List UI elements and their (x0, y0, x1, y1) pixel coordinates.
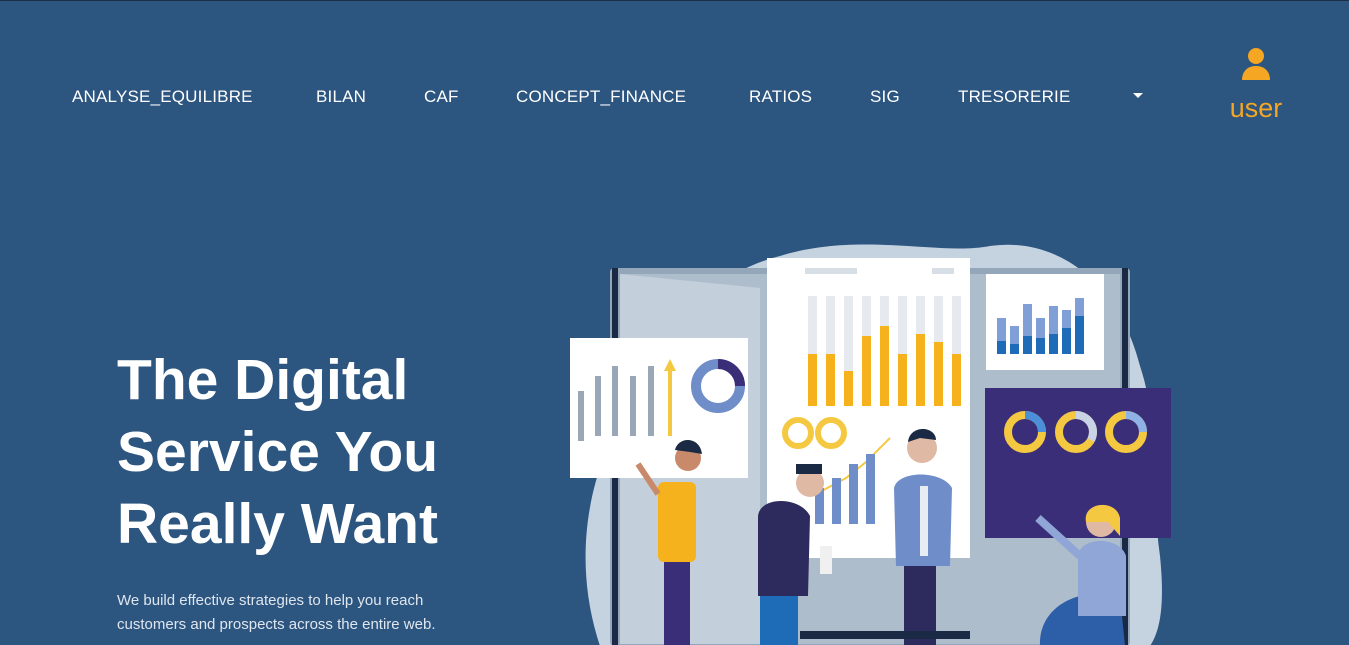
hero-title: The Digital Service You Really Want (117, 344, 517, 560)
nav-item-ratios[interactable]: RATIOS (749, 87, 812, 107)
hero-subtitle-line: We build effective strategies to help yo… (117, 592, 424, 609)
hero-subtitle-line: customers and prospects across the entir… (117, 616, 436, 633)
hero-title-line: Service You (117, 420, 439, 484)
caret-down-icon[interactable] (1133, 93, 1143, 98)
card-header-line (805, 268, 857, 274)
nav-item-analyse-equilibre[interactable]: ANALYSE_EQUILIBRE (72, 87, 253, 107)
bar-chart-graphic (808, 296, 961, 406)
nav-item-caf[interactable]: CAF (424, 87, 459, 107)
nav-item-bilan[interactable]: BILAN (316, 87, 366, 107)
donut-chart-card (985, 388, 1171, 538)
hero-illustration (570, 244, 1171, 645)
nav-item-tresorerie[interactable]: TRESORERIE (958, 87, 1071, 107)
small-bar (832, 478, 841, 524)
user-label[interactable]: user (1220, 93, 1292, 124)
nav-item-sig[interactable]: SIG (870, 87, 900, 107)
hero-title-line: The Digital (117, 348, 409, 412)
small-bar (849, 464, 858, 524)
hero-title-line: Really Want (117, 492, 438, 556)
hero-subtitle: We build effective strategies to help yo… (117, 589, 497, 637)
top-navigation: ANALYSE_EQUILIBRE BILAN CAF CONCEPT_FINA… (0, 1, 1349, 191)
user-icon[interactable] (1241, 47, 1271, 81)
user-menu[interactable]: user (1220, 45, 1292, 129)
page: ANALYSE_EQUILIBRE BILAN CAF CONCEPT_FINA… (0, 0, 1349, 645)
board-stand (800, 631, 970, 639)
small-bar (866, 454, 875, 524)
card-header-line (932, 268, 954, 274)
nav-item-concept-finance[interactable]: CONCEPT_FINANCE (516, 87, 686, 107)
